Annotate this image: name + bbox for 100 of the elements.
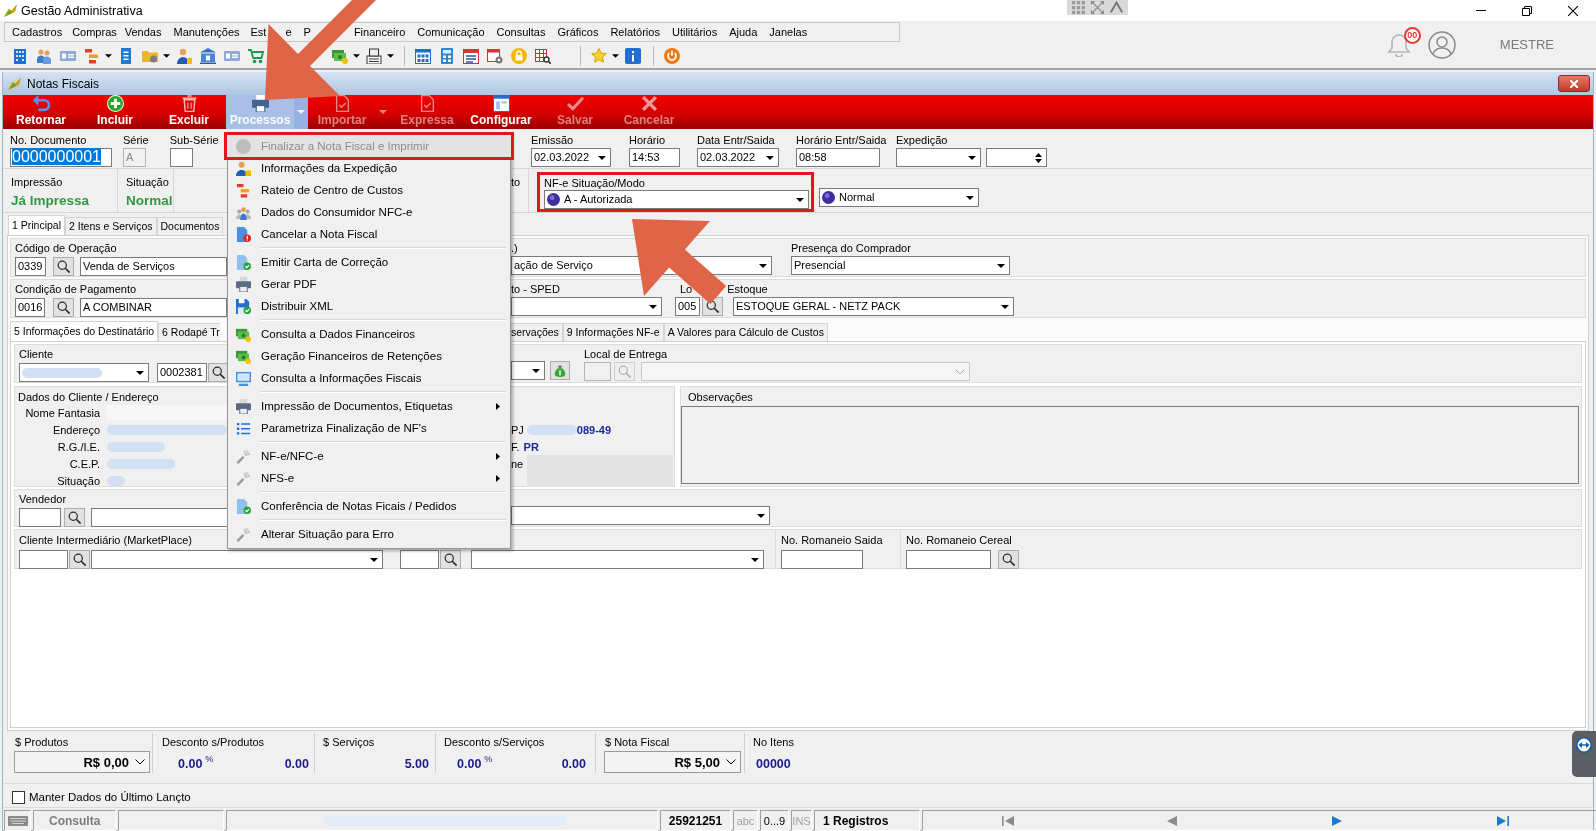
toolbar-button[interactable]: Incluir bbox=[78, 95, 152, 129]
calendar-gear-icon[interactable] bbox=[487, 48, 503, 64]
close-button[interactable] bbox=[1558, 75, 1590, 92]
presence-dropdown[interactable]: Presencial bbox=[791, 256, 1010, 275]
menu-item[interactable]: Consulta a Informações Fiscais bbox=[228, 367, 510, 389]
search-button[interactable] bbox=[64, 508, 85, 527]
menu-item[interactable]: Emitir Carta de Correção bbox=[228, 251, 510, 273]
tab[interactable]: Documentos bbox=[156, 217, 224, 235]
menu-item[interactable]: Utilitários bbox=[671, 25, 718, 39]
menu-item[interactable]: Manutenções bbox=[173, 25, 240, 39]
person-icon[interactable] bbox=[176, 48, 192, 64]
spin-field[interactable] bbox=[986, 148, 1047, 167]
id-card-icon[interactable] bbox=[224, 48, 240, 64]
menu-item[interactable]: Alterar Situação para Erro bbox=[228, 523, 510, 545]
dropdown[interactable] bbox=[511, 361, 545, 380]
menu-item[interactable]: Dados do Consumidor NFC-e bbox=[228, 201, 510, 223]
money-button[interactable] bbox=[550, 361, 570, 380]
caret-icon[interactable] bbox=[387, 54, 394, 58]
code-field[interactable]: 0339 bbox=[15, 257, 46, 276]
time-field[interactable]: 08:58 bbox=[796, 148, 880, 167]
menu-item[interactable]: Parametriza Finalização de NF's bbox=[228, 417, 510, 439]
toolbar-button[interactable]: Excluir bbox=[152, 95, 226, 129]
calculator-icon[interactable] bbox=[439, 48, 455, 64]
time-field[interactable]: 14:53 bbox=[629, 148, 680, 167]
menu-item[interactable]: Informações da Expedição bbox=[228, 157, 510, 179]
star-icon[interactable] bbox=[591, 48, 607, 64]
people-icon[interactable] bbox=[36, 48, 52, 64]
info-icon[interactable] bbox=[625, 48, 641, 64]
toolbar-button[interactable]: Retornar bbox=[4, 95, 78, 129]
search-button[interactable] bbox=[440, 550, 461, 569]
tab[interactable]: 2 Itens e Serviços bbox=[65, 217, 157, 235]
menu-item[interactable]: Gerar PDF bbox=[228, 273, 510, 295]
mode-dropdown[interactable]: Normal bbox=[819, 188, 979, 207]
menu-item[interactable]: Cancelar a Nota Fiscal bbox=[228, 223, 510, 245]
tab[interactable]: servações bbox=[511, 323, 563, 341]
text-field[interactable] bbox=[906, 550, 991, 569]
name-field[interactable]: A COMBINAR bbox=[80, 298, 227, 317]
sub-series-field[interactable] bbox=[169, 148, 193, 167]
chevron-up-icon[interactable] bbox=[1110, 1, 1123, 14]
dropdown[interactable] bbox=[91, 550, 383, 569]
menu-item[interactable]: P bbox=[303, 25, 311, 39]
user-avatar-icon[interactable] bbox=[1427, 30, 1456, 59]
code-field[interactable]: 0016 bbox=[15, 298, 45, 317]
code-field[interactable] bbox=[19, 550, 68, 569]
dropdown[interactable] bbox=[471, 550, 764, 569]
tab[interactable]: 1 Principal bbox=[8, 215, 66, 235]
menu-item[interactable]: Financeiro bbox=[353, 25, 406, 39]
menu-item[interactable]: Conferência de Notas Ficais / Pedidos bbox=[228, 495, 510, 517]
menu-item[interactable]: Rateio de Centro de Custos bbox=[228, 179, 510, 201]
toolbar-button[interactable]: Configurar bbox=[464, 95, 538, 129]
menu-item[interactable]: Distribuir XML bbox=[228, 295, 510, 317]
menu-item[interactable]: Impressão de Documentos, Etiquetas bbox=[228, 395, 510, 417]
menu-item[interactable]: Est bbox=[250, 25, 267, 39]
id-card-icon[interactable] bbox=[60, 48, 76, 64]
amount-dropdown[interactable]: R$ 5,00 bbox=[604, 751, 741, 773]
power-icon[interactable] bbox=[664, 48, 680, 64]
triangle-right-icon[interactable] bbox=[1332, 815, 1344, 826]
search-button[interactable] bbox=[53, 298, 74, 317]
client-dropdown[interactable] bbox=[19, 363, 149, 382]
tab[interactable]: 6 Rodapé Tr bbox=[158, 323, 220, 341]
amount-dropdown[interactable]: R$ 0,00 bbox=[14, 751, 150, 773]
menu-item[interactable]: Ajuda bbox=[729, 25, 758, 39]
search-button[interactable] bbox=[53, 257, 74, 276]
code-field[interactable]: 0002381 bbox=[157, 363, 207, 382]
folder-icon[interactable] bbox=[142, 48, 158, 64]
bank-icon[interactable] bbox=[200, 48, 216, 64]
menu-item[interactable]: Comunicação bbox=[417, 25, 485, 39]
menu-item[interactable]: NFS-e bbox=[228, 467, 510, 489]
table-search-icon[interactable] bbox=[535, 48, 551, 64]
tab[interactable]: 5 Informações do Destinatário bbox=[10, 321, 159, 341]
document-icon[interactable] bbox=[118, 48, 134, 64]
caret-icon[interactable] bbox=[163, 54, 170, 58]
dispatch-dropdown[interactable] bbox=[896, 148, 981, 167]
code-field[interactable] bbox=[400, 550, 439, 569]
menu-item[interactable]: Gráficos bbox=[557, 25, 599, 39]
menu-item[interactable]: Vendas bbox=[124, 25, 162, 39]
cart-icon[interactable] bbox=[248, 48, 264, 64]
menu-item[interactable]: NF-e/NFC-e bbox=[228, 445, 510, 467]
menu-item[interactable]: Geração Financeiros de Retenções bbox=[228, 345, 510, 367]
side-panel-tab[interactable] bbox=[1572, 731, 1596, 777]
search-button[interactable] bbox=[69, 550, 90, 569]
building-icon[interactable] bbox=[12, 48, 28, 64]
calendar-icon[interactable] bbox=[415, 48, 431, 64]
calendar-icon[interactable] bbox=[463, 48, 479, 64]
skip-forward-icon[interactable] bbox=[1497, 815, 1509, 826]
code-field[interactable]: 005 bbox=[675, 297, 700, 316]
notes-field[interactable] bbox=[681, 406, 1579, 484]
menu-item[interactable]: Janelas bbox=[769, 25, 808, 39]
menu-item[interactable]: Consulta a Dados Financeiros bbox=[228, 323, 510, 345]
dropdown[interactable] bbox=[511, 506, 770, 525]
money-icon[interactable] bbox=[332, 48, 348, 64]
bars-icon[interactable] bbox=[84, 48, 100, 64]
stock-dropdown[interactable]: ESTOQUE GERAL - NETZ PACK bbox=[733, 297, 1014, 316]
search-button[interactable] bbox=[208, 363, 229, 382]
document-number-field[interactable]: 0000000001 bbox=[10, 148, 112, 167]
checkbox[interactable] bbox=[12, 790, 25, 804]
name-field[interactable]: Venda de Serviços bbox=[80, 257, 227, 276]
expand-icon[interactable] bbox=[1091, 1, 1104, 14]
caret-icon[interactable] bbox=[612, 54, 619, 58]
menu-item[interactable]: Consultas bbox=[496, 25, 546, 39]
